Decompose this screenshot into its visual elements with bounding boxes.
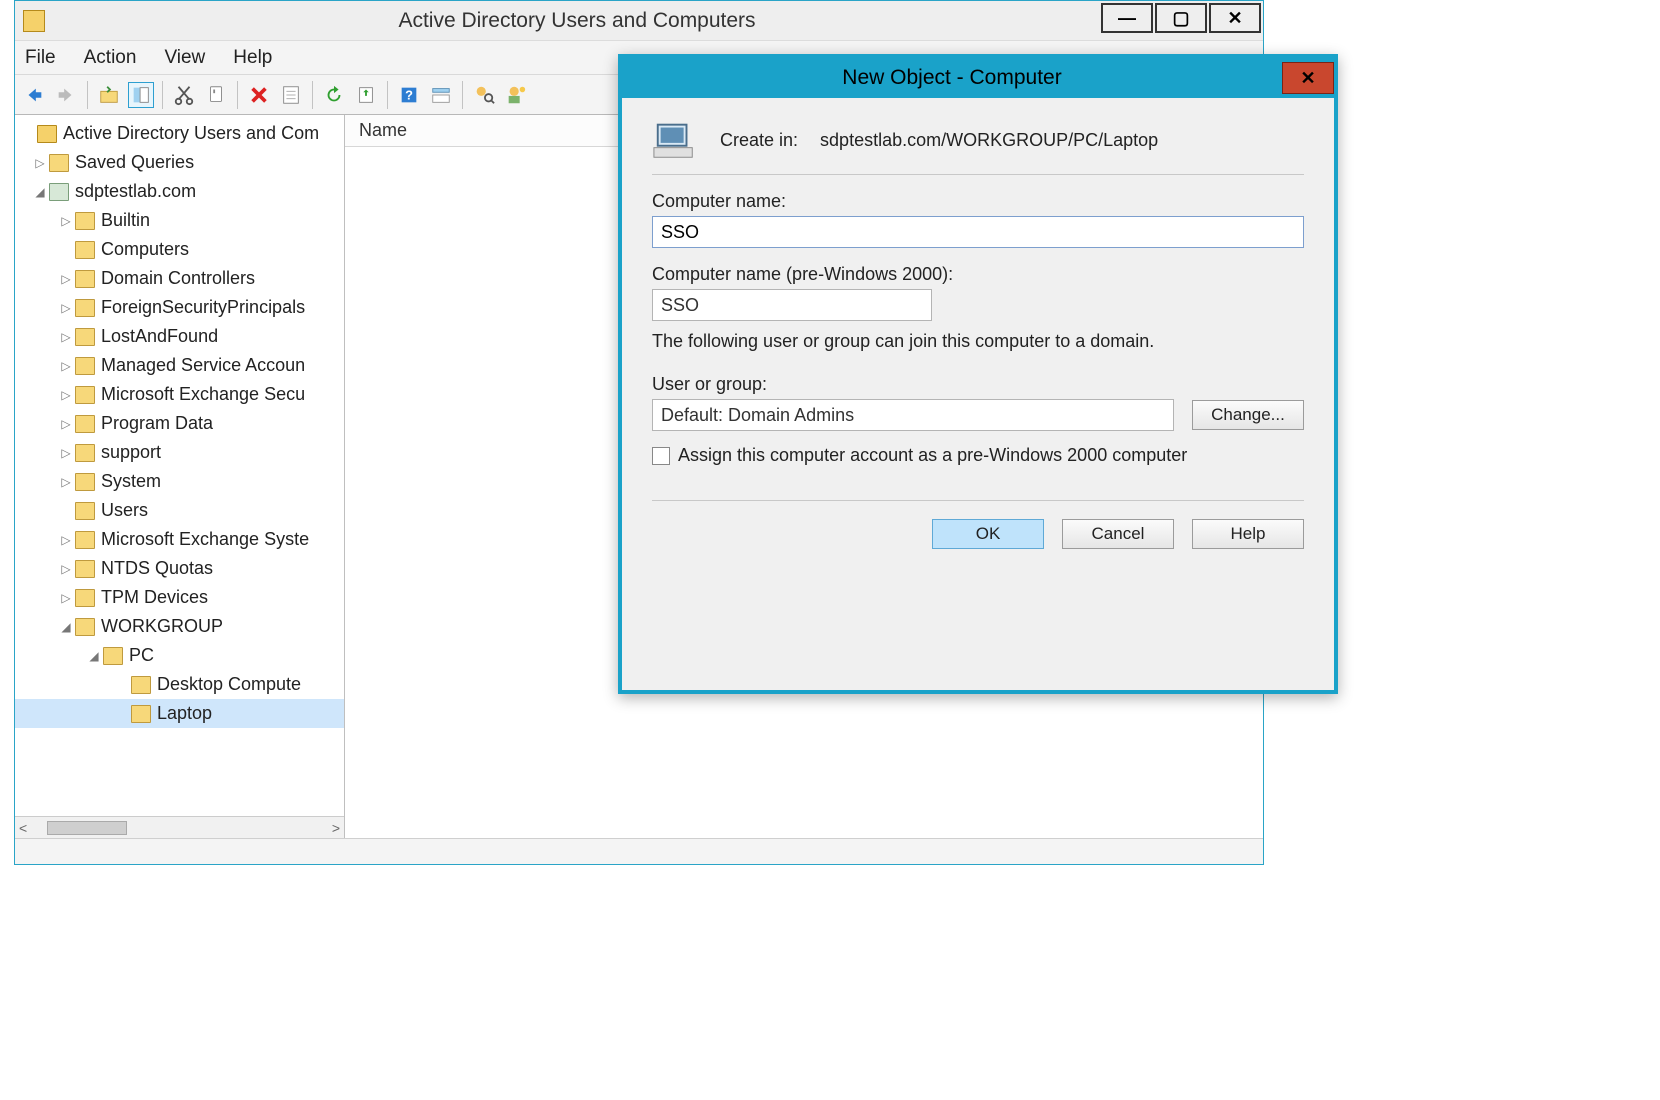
close-button[interactable]: ✕: [1209, 3, 1261, 33]
tree-system[interactable]: ▷System: [15, 467, 344, 496]
tree-support[interactable]: ▷support: [15, 438, 344, 467]
tree-pc[interactable]: ◢PC: [15, 641, 344, 670]
tree-exch-sys[interactable]: ▷Microsoft Exchange Syste: [15, 525, 344, 554]
tree-laptop[interactable]: Laptop: [15, 699, 344, 728]
tree-desktop[interactable]: Desktop Compute: [15, 670, 344, 699]
tree-domain-controllers[interactable]: ▷Domain Controllers: [15, 264, 344, 293]
forward-icon[interactable]: [53, 82, 79, 108]
computer-name-input[interactable]: [652, 216, 1304, 248]
tree-h-scrollbar[interactable]: <>: [15, 816, 344, 838]
filter-icon[interactable]: [428, 82, 454, 108]
assign-prewin-label: Assign this computer account as a pre-Wi…: [678, 445, 1187, 466]
change-button[interactable]: Change...: [1192, 400, 1304, 430]
divider: [652, 174, 1304, 175]
assign-prewin-checkbox[interactable]: [652, 447, 670, 465]
tree-exch-sec[interactable]: ▷Microsoft Exchange Secu: [15, 380, 344, 409]
tree-domain[interactable]: ◢sdptestlab.com: [15, 177, 344, 206]
tree-workgroup[interactable]: ◢WORKGROUP: [15, 612, 344, 641]
tree-tpm[interactable]: ▷TPM Devices: [15, 583, 344, 612]
tree-computers[interactable]: Computers: [15, 235, 344, 264]
maximize-button[interactable]: ▢: [1155, 3, 1207, 33]
properties-icon[interactable]: [278, 82, 304, 108]
main-titlebar[interactable]: Active Directory Users and Computers — ▢…: [15, 1, 1263, 41]
up-folder-icon[interactable]: [96, 82, 122, 108]
computer-icon: [652, 120, 698, 160]
tree-lostfound[interactable]: ▷LostAndFound: [15, 322, 344, 351]
create-in-label: Create in:: [720, 130, 798, 151]
computer-name-label: Computer name:: [652, 191, 1304, 212]
minimize-button[interactable]: —: [1101, 3, 1153, 33]
prewin-name-input[interactable]: [652, 289, 932, 321]
copy-icon[interactable]: [203, 82, 229, 108]
tree-users[interactable]: Users: [15, 496, 344, 525]
create-in-path: sdptestlab.com/WORKGROUP/PC/Laptop: [820, 130, 1158, 151]
menu-action[interactable]: Action: [84, 47, 137, 69]
cancel-button[interactable]: Cancel: [1062, 519, 1174, 549]
divider: [652, 500, 1304, 501]
cut-icon[interactable]: [171, 82, 197, 108]
tree-builtin[interactable]: ▷Builtin: [15, 206, 344, 235]
svg-text:?: ?: [405, 87, 413, 102]
dialog-title: New Object - Computer: [622, 66, 1282, 90]
tree-programdata[interactable]: ▷Program Data: [15, 409, 344, 438]
menu-help[interactable]: Help: [233, 47, 272, 69]
find-icon[interactable]: [471, 82, 497, 108]
tree-fsp[interactable]: ▷ForeignSecurityPrincipals: [15, 293, 344, 322]
export-list-icon[interactable]: [353, 82, 379, 108]
menu-view[interactable]: View: [164, 47, 205, 69]
user-group-label: User or group:: [652, 374, 1304, 395]
window-title: Active Directory Users and Computers: [53, 9, 1101, 33]
show-hide-tree-icon[interactable]: [128, 82, 154, 108]
refresh-icon[interactable]: [321, 82, 347, 108]
back-icon[interactable]: [21, 82, 47, 108]
tree-msa[interactable]: ▷Managed Service Accoun: [15, 351, 344, 380]
app-icon: [23, 10, 45, 32]
tree-pane[interactable]: Active Directory Users and Com ▷Saved Qu…: [15, 115, 345, 838]
menu-file[interactable]: File: [25, 47, 56, 69]
dialog-titlebar[interactable]: New Object - Computer ✕: [622, 58, 1334, 98]
tree-ntds[interactable]: ▷NTDS Quotas: [15, 554, 344, 583]
tree-saved-queries[interactable]: ▷Saved Queries: [15, 148, 344, 177]
help-icon[interactable]: ?: [396, 82, 422, 108]
join-note: The following user or group can join thi…: [652, 331, 1304, 352]
new-object-computer-dialog: New Object - Computer ✕ Create in: sdpte…: [618, 54, 1338, 694]
help-button[interactable]: Help: [1192, 519, 1304, 549]
tree-root[interactable]: Active Directory Users and Com: [15, 119, 344, 148]
ok-button[interactable]: OK: [932, 519, 1044, 549]
dialog-close-button[interactable]: ✕: [1282, 62, 1334, 94]
prewin-label: Computer name (pre-Windows 2000):: [652, 264, 1304, 285]
user-group-input: [652, 399, 1174, 431]
statusbar: [15, 838, 1263, 864]
delete-icon[interactable]: [246, 82, 272, 108]
add-user-icon[interactable]: [503, 82, 529, 108]
